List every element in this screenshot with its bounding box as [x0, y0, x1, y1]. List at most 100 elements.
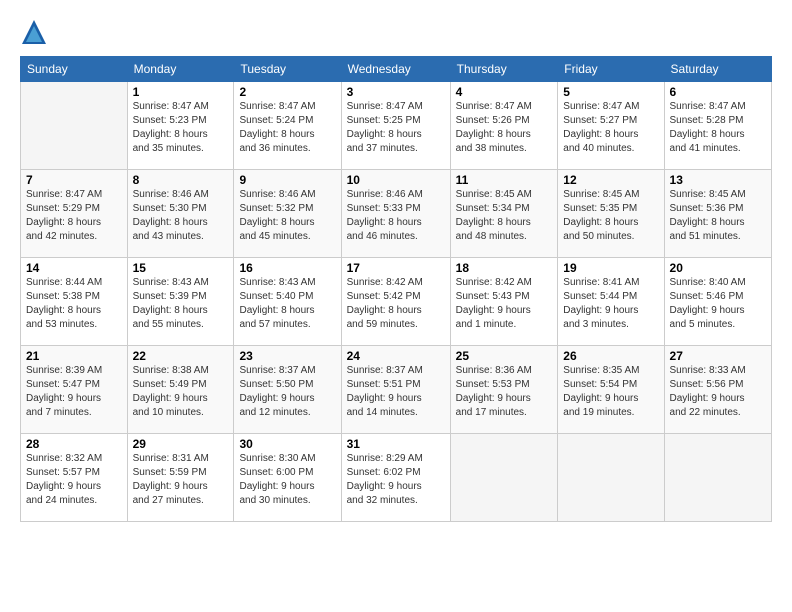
day-number: 18 — [456, 261, 553, 275]
calendar-cell: 15Sunrise: 8:43 AM Sunset: 5:39 PM Dayli… — [127, 258, 234, 346]
calendar-cell — [21, 82, 128, 170]
day-number: 2 — [239, 85, 335, 99]
day-header-friday: Friday — [558, 57, 664, 82]
calendar-cell: 4Sunrise: 8:47 AM Sunset: 5:26 PM Daylig… — [450, 82, 558, 170]
calendar-cell: 18Sunrise: 8:42 AM Sunset: 5:43 PM Dayli… — [450, 258, 558, 346]
day-number: 20 — [670, 261, 766, 275]
calendar-cell — [558, 434, 664, 522]
calendar-cell: 21Sunrise: 8:39 AM Sunset: 5:47 PM Dayli… — [21, 346, 128, 434]
calendar-cell: 28Sunrise: 8:32 AM Sunset: 5:57 PM Dayli… — [21, 434, 128, 522]
day-number: 13 — [670, 173, 766, 187]
day-info: Sunrise: 8:36 AM Sunset: 5:53 PM Dayligh… — [456, 364, 553, 420]
calendar-cell: 26Sunrise: 8:35 AM Sunset: 5:54 PM Dayli… — [558, 346, 664, 434]
calendar-cell: 8Sunrise: 8:46 AM Sunset: 5:30 PM Daylig… — [127, 170, 234, 258]
day-info: Sunrise: 8:31 AM Sunset: 5:59 PM Dayligh… — [133, 452, 229, 508]
calendar-cell: 27Sunrise: 8:33 AM Sunset: 5:56 PM Dayli… — [664, 346, 771, 434]
day-header-wednesday: Wednesday — [341, 57, 450, 82]
calendar-cell: 20Sunrise: 8:40 AM Sunset: 5:46 PM Dayli… — [664, 258, 771, 346]
day-header-monday: Monday — [127, 57, 234, 82]
calendar-cell: 1Sunrise: 8:47 AM Sunset: 5:23 PM Daylig… — [127, 82, 234, 170]
day-header-saturday: Saturday — [664, 57, 771, 82]
day-info: Sunrise: 8:35 AM Sunset: 5:54 PM Dayligh… — [563, 364, 658, 420]
day-info: Sunrise: 8:37 AM Sunset: 5:51 PM Dayligh… — [347, 364, 445, 420]
day-number: 31 — [347, 437, 445, 451]
day-info: Sunrise: 8:47 AM Sunset: 5:28 PM Dayligh… — [670, 100, 766, 156]
day-number: 1 — [133, 85, 229, 99]
day-number: 10 — [347, 173, 445, 187]
day-number: 21 — [26, 349, 122, 363]
calendar-cell — [664, 434, 771, 522]
calendar-cell: 10Sunrise: 8:46 AM Sunset: 5:33 PM Dayli… — [341, 170, 450, 258]
week-row-3: 21Sunrise: 8:39 AM Sunset: 5:47 PM Dayli… — [21, 346, 772, 434]
day-header-tuesday: Tuesday — [234, 57, 341, 82]
day-number: 29 — [133, 437, 229, 451]
day-info: Sunrise: 8:45 AM Sunset: 5:36 PM Dayligh… — [670, 188, 766, 244]
day-info: Sunrise: 8:43 AM Sunset: 5:39 PM Dayligh… — [133, 276, 229, 332]
day-number: 14 — [26, 261, 122, 275]
day-number: 5 — [563, 85, 658, 99]
day-info: Sunrise: 8:45 AM Sunset: 5:34 PM Dayligh… — [456, 188, 553, 244]
header-row: SundayMondayTuesdayWednesdayThursdayFrid… — [21, 57, 772, 82]
day-number: 16 — [239, 261, 335, 275]
week-row-1: 7Sunrise: 8:47 AM Sunset: 5:29 PM Daylig… — [21, 170, 772, 258]
calendar-cell: 17Sunrise: 8:42 AM Sunset: 5:42 PM Dayli… — [341, 258, 450, 346]
calendar-cell: 12Sunrise: 8:45 AM Sunset: 5:35 PM Dayli… — [558, 170, 664, 258]
week-row-4: 28Sunrise: 8:32 AM Sunset: 5:57 PM Dayli… — [21, 434, 772, 522]
day-info: Sunrise: 8:33 AM Sunset: 5:56 PM Dayligh… — [670, 364, 766, 420]
day-info: Sunrise: 8:30 AM Sunset: 6:00 PM Dayligh… — [239, 452, 335, 508]
header — [20, 18, 772, 46]
calendar-cell: 9Sunrise: 8:46 AM Sunset: 5:32 PM Daylig… — [234, 170, 341, 258]
day-number: 19 — [563, 261, 658, 275]
calendar-cell: 11Sunrise: 8:45 AM Sunset: 5:34 PM Dayli… — [450, 170, 558, 258]
day-number: 4 — [456, 85, 553, 99]
day-number: 30 — [239, 437, 335, 451]
calendar-cell: 7Sunrise: 8:47 AM Sunset: 5:29 PM Daylig… — [21, 170, 128, 258]
day-info: Sunrise: 8:39 AM Sunset: 5:47 PM Dayligh… — [26, 364, 122, 420]
day-info: Sunrise: 8:44 AM Sunset: 5:38 PM Dayligh… — [26, 276, 122, 332]
week-row-0: 1Sunrise: 8:47 AM Sunset: 5:23 PM Daylig… — [21, 82, 772, 170]
day-info: Sunrise: 8:47 AM Sunset: 5:24 PM Dayligh… — [239, 100, 335, 156]
day-info: Sunrise: 8:40 AM Sunset: 5:46 PM Dayligh… — [670, 276, 766, 332]
day-number: 22 — [133, 349, 229, 363]
day-info: Sunrise: 8:46 AM Sunset: 5:32 PM Dayligh… — [239, 188, 335, 244]
day-info: Sunrise: 8:43 AM Sunset: 5:40 PM Dayligh… — [239, 276, 335, 332]
day-header-thursday: Thursday — [450, 57, 558, 82]
calendar-cell — [450, 434, 558, 522]
day-info: Sunrise: 8:38 AM Sunset: 5:49 PM Dayligh… — [133, 364, 229, 420]
day-info: Sunrise: 8:42 AM Sunset: 5:43 PM Dayligh… — [456, 276, 553, 332]
day-info: Sunrise: 8:37 AM Sunset: 5:50 PM Dayligh… — [239, 364, 335, 420]
day-info: Sunrise: 8:46 AM Sunset: 5:30 PM Dayligh… — [133, 188, 229, 244]
day-info: Sunrise: 8:42 AM Sunset: 5:42 PM Dayligh… — [347, 276, 445, 332]
day-number: 7 — [26, 173, 122, 187]
day-number: 26 — [563, 349, 658, 363]
calendar-cell: 31Sunrise: 8:29 AM Sunset: 6:02 PM Dayli… — [341, 434, 450, 522]
day-number: 8 — [133, 173, 229, 187]
calendar-cell: 25Sunrise: 8:36 AM Sunset: 5:53 PM Dayli… — [450, 346, 558, 434]
day-info: Sunrise: 8:46 AM Sunset: 5:33 PM Dayligh… — [347, 188, 445, 244]
page: SundayMondayTuesdayWednesdayThursdayFrid… — [0, 0, 792, 612]
day-number: 24 — [347, 349, 445, 363]
calendar-cell: 16Sunrise: 8:43 AM Sunset: 5:40 PM Dayli… — [234, 258, 341, 346]
day-info: Sunrise: 8:32 AM Sunset: 5:57 PM Dayligh… — [26, 452, 122, 508]
calendar-cell: 30Sunrise: 8:30 AM Sunset: 6:00 PM Dayli… — [234, 434, 341, 522]
day-number: 6 — [670, 85, 766, 99]
calendar-cell: 14Sunrise: 8:44 AM Sunset: 5:38 PM Dayli… — [21, 258, 128, 346]
day-number: 17 — [347, 261, 445, 275]
day-number: 9 — [239, 173, 335, 187]
calendar-table: SundayMondayTuesdayWednesdayThursdayFrid… — [20, 56, 772, 522]
calendar-cell: 6Sunrise: 8:47 AM Sunset: 5:28 PM Daylig… — [664, 82, 771, 170]
calendar-cell: 3Sunrise: 8:47 AM Sunset: 5:25 PM Daylig… — [341, 82, 450, 170]
calendar-cell: 2Sunrise: 8:47 AM Sunset: 5:24 PM Daylig… — [234, 82, 341, 170]
calendar-cell: 24Sunrise: 8:37 AM Sunset: 5:51 PM Dayli… — [341, 346, 450, 434]
logo — [20, 18, 52, 46]
day-info: Sunrise: 8:47 AM Sunset: 5:29 PM Dayligh… — [26, 188, 122, 244]
day-number: 11 — [456, 173, 553, 187]
day-info: Sunrise: 8:41 AM Sunset: 5:44 PM Dayligh… — [563, 276, 658, 332]
week-row-2: 14Sunrise: 8:44 AM Sunset: 5:38 PM Dayli… — [21, 258, 772, 346]
day-info: Sunrise: 8:47 AM Sunset: 5:26 PM Dayligh… — [456, 100, 553, 156]
day-number: 27 — [670, 349, 766, 363]
day-info: Sunrise: 8:47 AM Sunset: 5:25 PM Dayligh… — [347, 100, 445, 156]
day-info: Sunrise: 8:47 AM Sunset: 5:27 PM Dayligh… — [563, 100, 658, 156]
day-number: 12 — [563, 173, 658, 187]
day-info: Sunrise: 8:47 AM Sunset: 5:23 PM Dayligh… — [133, 100, 229, 156]
